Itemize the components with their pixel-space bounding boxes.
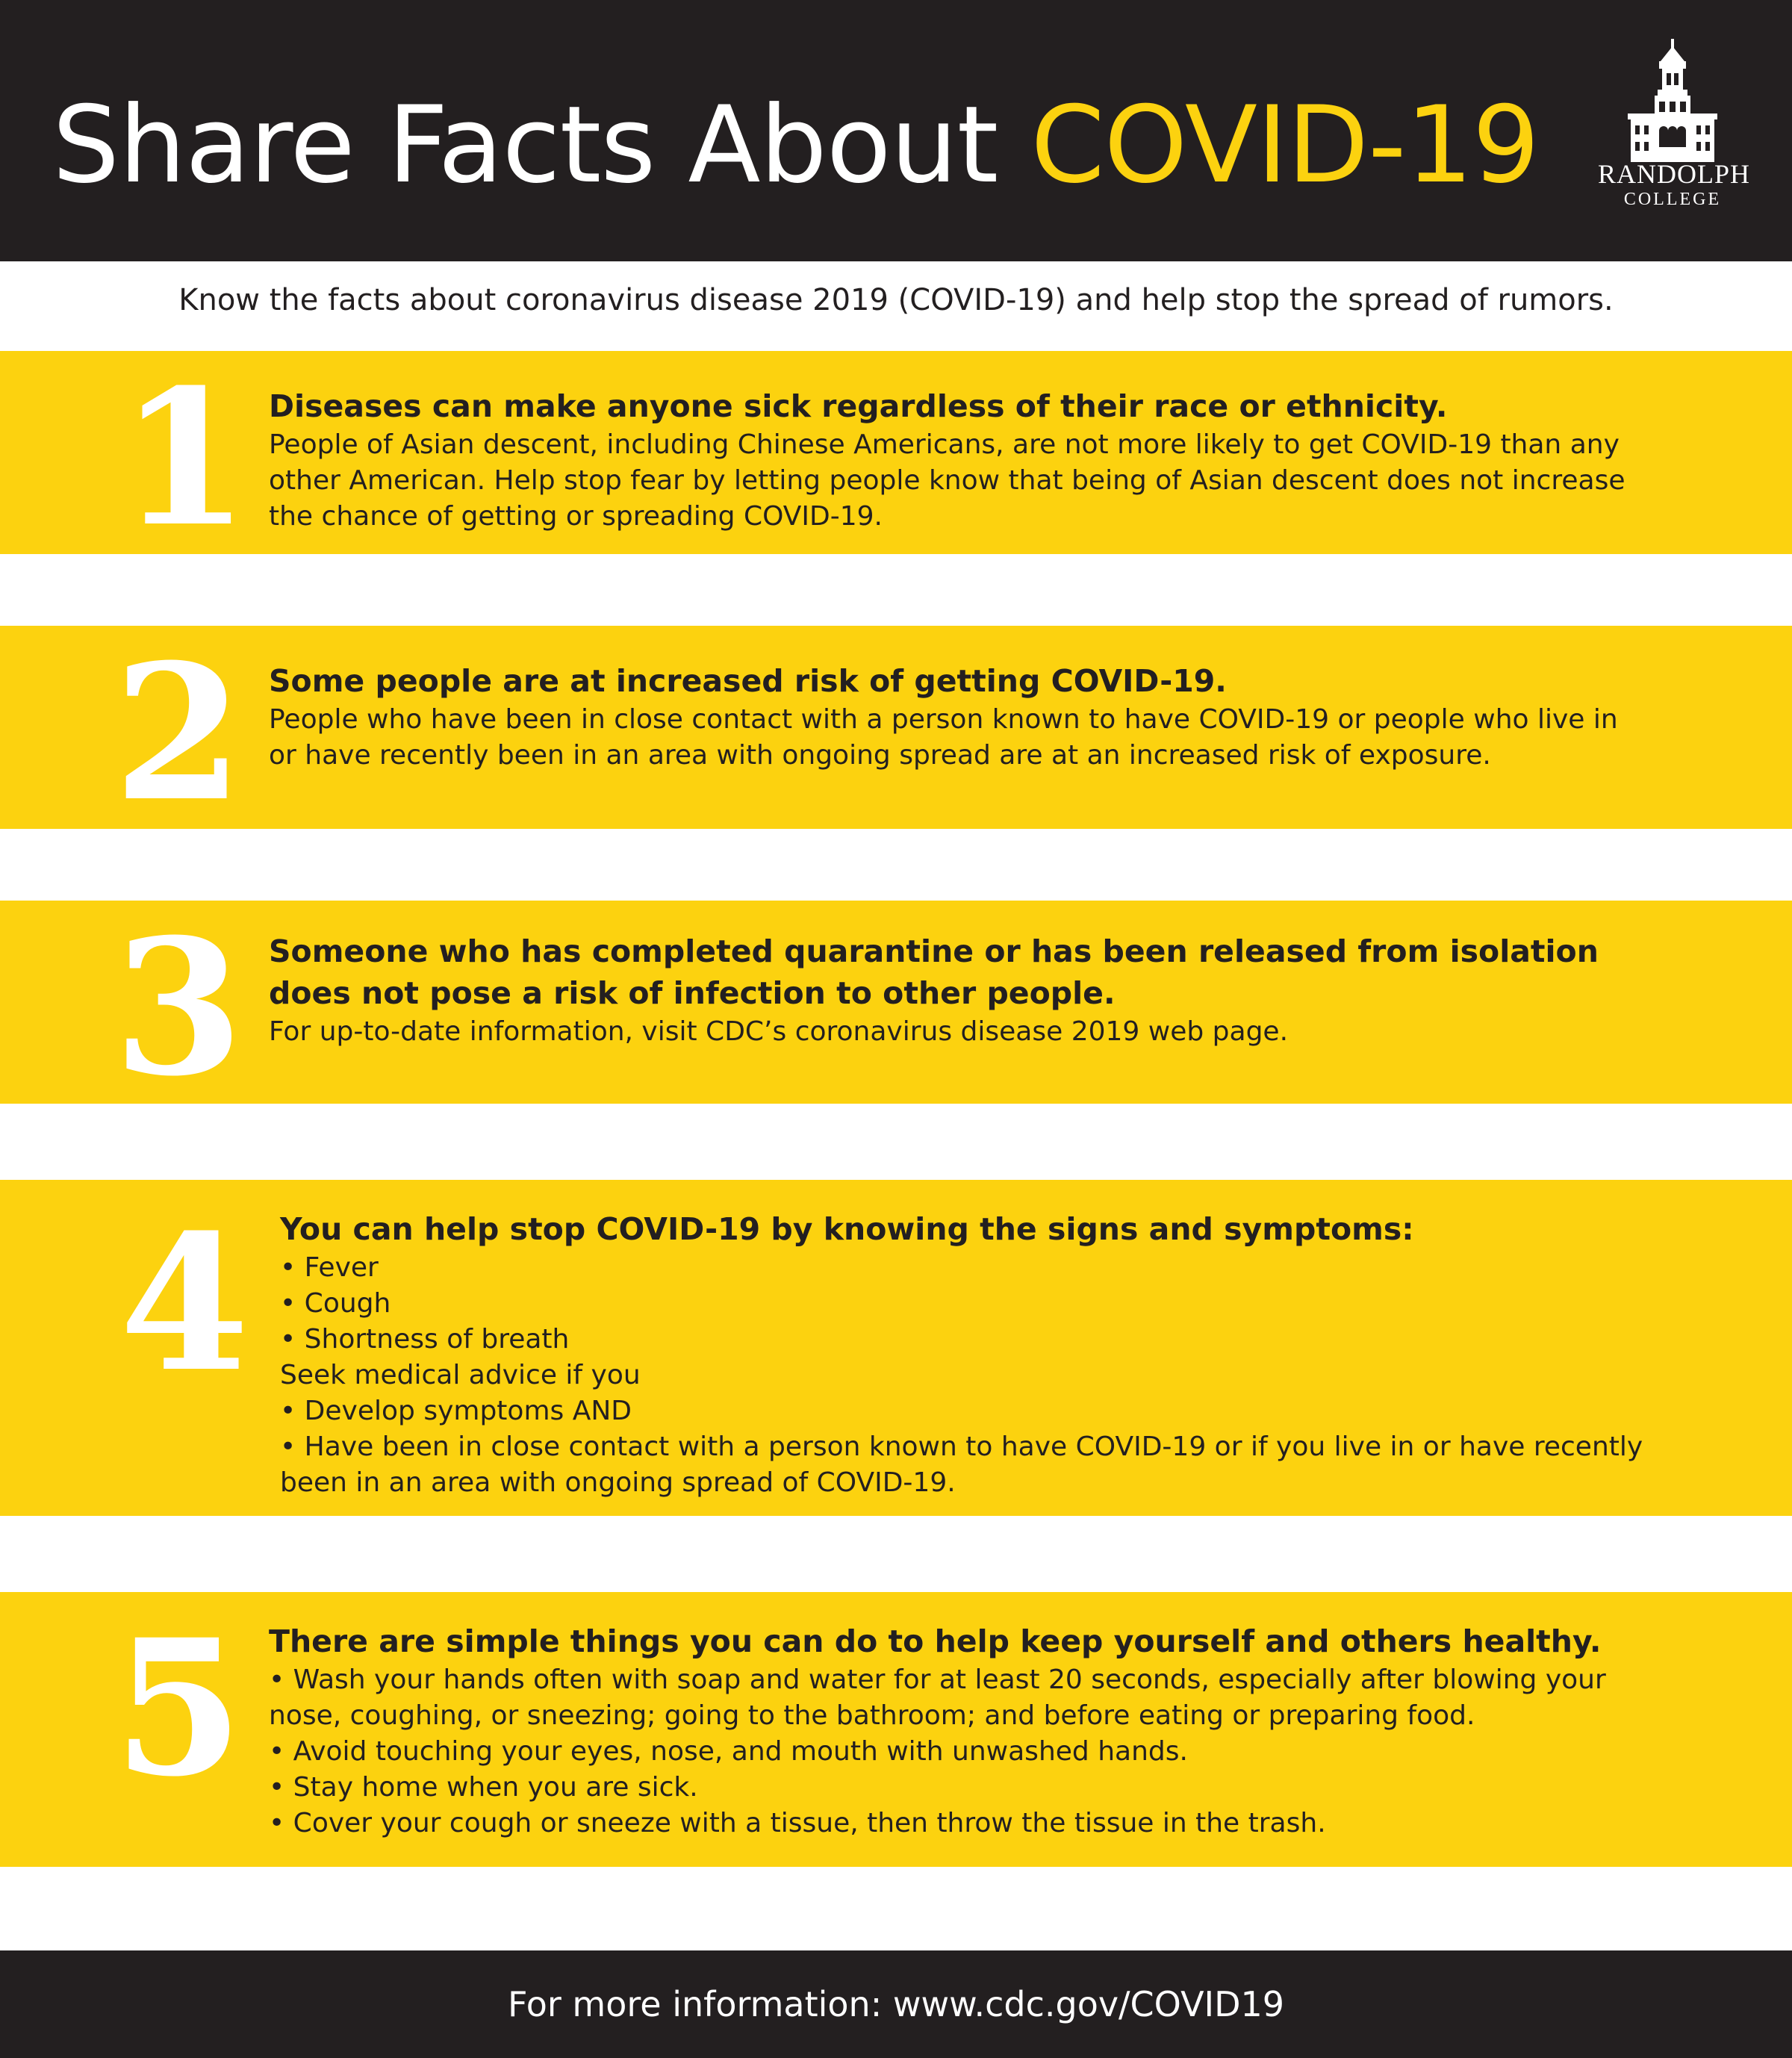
footer-bar: For more information: www.cdc.gov/COVID1…: [0, 1950, 1792, 2058]
poster: Share Facts About COVID-19 RANDOLPH COLL…: [0, 0, 1792, 2058]
title-text: Share Facts About: [52, 84, 998, 207]
fact-content: Some people are at increased risk of get…: [269, 660, 1618, 774]
fact-band-4: 4 You can help stop COVID-19 by knowing …: [0, 1180, 1792, 1516]
fact-band-2: 2 Some people are at increased risk of g…: [0, 626, 1792, 829]
fact-band-1: 1 Diseases can make anyone sick regardle…: [0, 351, 1792, 554]
fact-content: There are simple things you can do to he…: [269, 1620, 1606, 1841]
fact-line: nose, coughing, or sneezing; going to th…: [269, 1700, 1475, 1731]
fact-content: You can help stop COVID-19 by knowing th…: [280, 1208, 1643, 1501]
fact-band-3: 3 Someone who has completed quarantine o…: [0, 901, 1792, 1104]
fact-number: 4: [119, 1193, 249, 1413]
fact-number: 2: [113, 623, 243, 842]
page-title: Share Facts About COVID-19: [52, 90, 1540, 202]
fact-content: Diseases can make anyone sick regardless…: [269, 385, 1625, 535]
fact-heading: There are simple things you can do to he…: [269, 1623, 1602, 1659]
fact-line: • Develop symptoms AND: [280, 1396, 632, 1426]
fact-heading: Some people are at increased risk of get…: [269, 663, 1227, 699]
fact-body: People of Asian descent, including Chine…: [269, 427, 1625, 535]
fact-line: People who have been in close contact wi…: [269, 704, 1618, 735]
fact-heading: Someone who has completed quarantine or …: [269, 933, 1599, 969]
fact-line: • Have been in close contact with a pers…: [280, 1431, 1643, 1462]
fact-line: People of Asian descent, including Chine…: [269, 429, 1620, 460]
fact-line: • Wash your hands often with soap and wa…: [269, 1664, 1606, 1695]
fact-body: For up-to-date information, visit CDC’s …: [269, 1014, 1599, 1050]
fact-content: Someone who has completed quarantine or …: [269, 930, 1599, 1050]
fact-heading: does not pose a risk of infection to oth…: [269, 975, 1116, 1011]
fact-line: been in an area with ongoing spread of C…: [280, 1467, 956, 1498]
fact-heading: You can help stop COVID-19 by knowing th…: [280, 1211, 1414, 1247]
fact-body: • Wash your hands often with soap and wa…: [269, 1662, 1606, 1841]
fact-line: Seek medical advice if you: [280, 1360, 641, 1390]
fact-line: • Avoid touching your eyes, nose, and mo…: [269, 1736, 1188, 1767]
fact-line: • Shortness of breath: [280, 1324, 570, 1355]
header-bar: Share Facts About COVID-19 RANDOLPH COLL…: [0, 0, 1792, 261]
fact-heading: Diseases can make anyone sick regardless…: [269, 388, 1448, 424]
fact-line: • Cough: [280, 1288, 391, 1319]
fact-line: the chance of getting or spreading COVID…: [269, 501, 883, 532]
college-building-icon: [1628, 39, 1717, 162]
fact-number: 1: [119, 348, 249, 568]
college-logo: RANDOLPH COLLEGE: [1598, 39, 1751, 211]
fact-line: • Stay home when you are sick.: [269, 1772, 698, 1803]
title-highlight: COVID-19: [1030, 84, 1540, 207]
fact-line: or have recently been in an area with on…: [269, 740, 1491, 771]
fact-body: People who have been in close contact wi…: [269, 702, 1618, 774]
fact-line: • Fever: [280, 1252, 379, 1283]
fact-line: other American. Help stop fear by lettin…: [269, 465, 1625, 496]
fact-number: 3: [113, 898, 243, 1117]
footer-link-text: For more information: www.cdc.gov/COVID1…: [507, 1984, 1285, 2024]
fact-body: • Fever • Cough • Shortness of breath Se…: [280, 1250, 1643, 1501]
intro-text: Know the facts about coronavirus disease…: [178, 283, 1614, 317]
fact-line: For up-to-date information, visit CDC’s …: [269, 1016, 1289, 1047]
fact-line: • Cover your cough or sneeze with a tiss…: [269, 1808, 1326, 1838]
logo-subtitle: COLLEGE: [1623, 190, 1722, 209]
logo-name: RANDOLPH: [1598, 159, 1751, 189]
fact-number: 5: [113, 1598, 243, 1818]
fact-band-5: 5 There are simple things you can do to …: [0, 1592, 1792, 1867]
